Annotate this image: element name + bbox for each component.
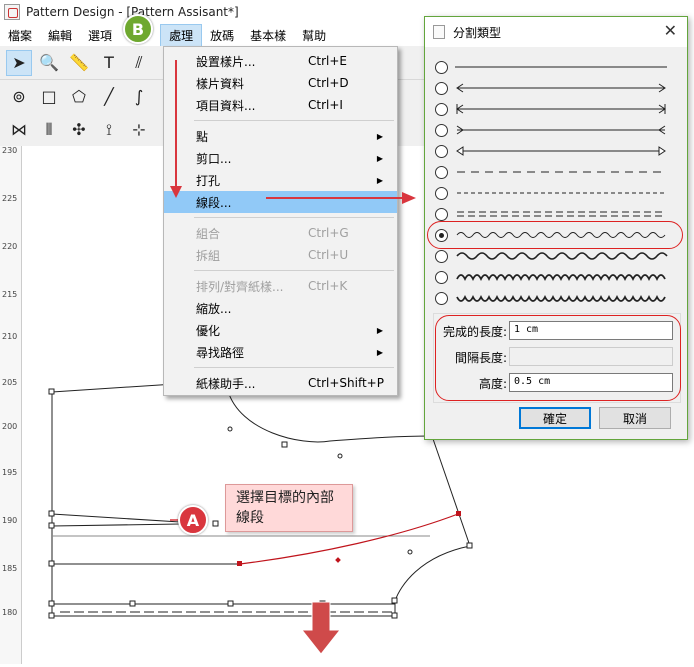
- cancel-button[interactable]: 取消: [599, 407, 671, 429]
- dialog-title: 分割類型: [453, 25, 502, 40]
- line-style-option[interactable]: [435, 267, 683, 288]
- selection-highlight: [427, 221, 683, 249]
- radio-button[interactable]: [435, 124, 448, 137]
- line-style-option[interactable]: [435, 162, 683, 183]
- radio-button[interactable]: [435, 61, 448, 74]
- split-type-dialog: 分割類型 ✕ 完成的長度: 1 cm 間隔長度: 高度: 0.5 cm 確定 取…: [424, 16, 688, 440]
- line-style-option[interactable]: [435, 183, 683, 204]
- line-style-option[interactable]: [435, 78, 683, 99]
- radio-button[interactable]: [435, 82, 448, 95]
- radio-button[interactable]: [435, 166, 448, 179]
- line-style-option[interactable]: [435, 246, 683, 267]
- line-style-option[interactable]: [435, 57, 683, 78]
- close-icon[interactable]: ✕: [664, 21, 677, 40]
- radio-button[interactable]: [435, 271, 448, 284]
- radio-button[interactable]: [435, 145, 448, 158]
- radio-button[interactable]: [435, 250, 448, 263]
- step-badge-a: A: [178, 505, 208, 535]
- instruction-callout: 選擇目標的內部線段: [225, 484, 353, 532]
- line-style-option[interactable]: [435, 99, 683, 120]
- line-style-option[interactable]: [435, 120, 683, 141]
- dialog-title-bar: 分割類型 ✕: [425, 17, 687, 47]
- dialog-document-icon: [433, 25, 445, 39]
- radio-button[interactable]: [435, 208, 448, 221]
- parameter-highlight: [435, 315, 681, 401]
- ok-button[interactable]: 確定: [519, 407, 591, 429]
- line-style-option[interactable]: [435, 141, 683, 162]
- radio-button[interactable]: [435, 292, 448, 305]
- step-badge-b: B: [123, 14, 153, 44]
- radio-button[interactable]: [435, 187, 448, 200]
- line-style-option[interactable]: [435, 288, 683, 309]
- radio-button[interactable]: [435, 103, 448, 116]
